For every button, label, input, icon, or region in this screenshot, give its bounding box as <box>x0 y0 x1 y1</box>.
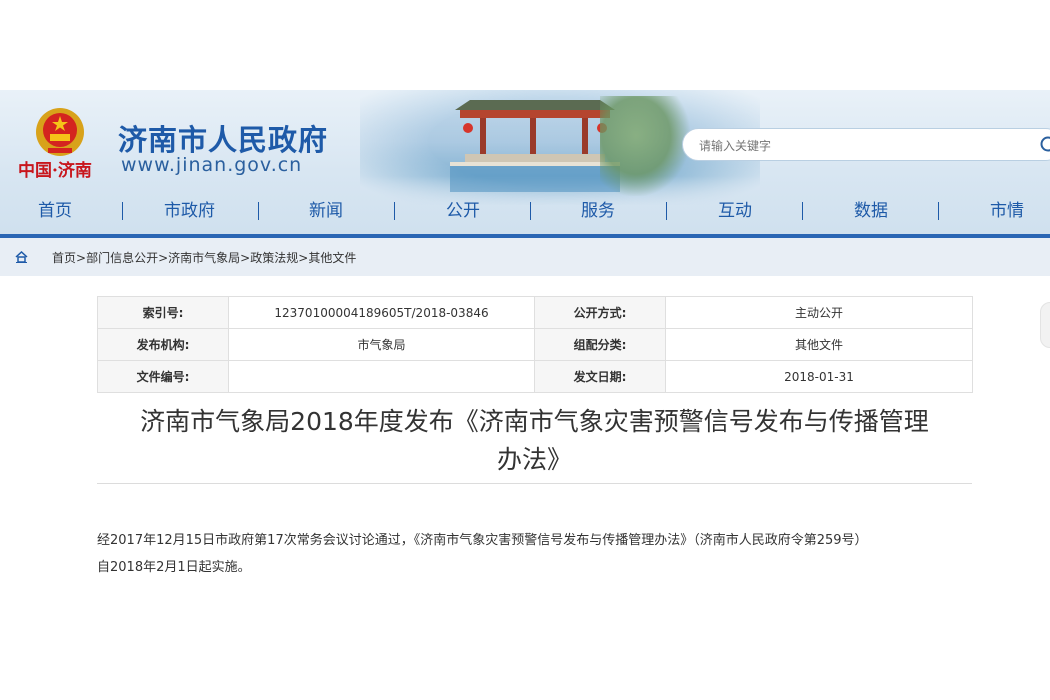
index-number-value: 12370100004189605T/2018-03846 <box>228 296 535 329</box>
search-input[interactable] <box>697 135 1021 157</box>
table-row: 发布机构: 市气象局 组配分类: 其他文件 <box>97 328 973 361</box>
issue-date-value: 2018-01-31 <box>665 360 973 393</box>
publisher-value: 市气象局 <box>228 328 535 361</box>
nav-separator <box>666 202 667 220</box>
nav-item-news[interactable]: 新闻 <box>309 198 343 224</box>
nav-separator <box>530 202 531 220</box>
document-info-table: 索引号: 12370100004189605T/2018-03846 公开方式:… <box>97 296 973 393</box>
nav-separator <box>938 202 939 220</box>
nav-separator <box>802 202 803 220</box>
article-paragraph-line-2: 自2018年2月1日起实施。 <box>97 560 251 575</box>
issue-date-label: 发文日期: <box>534 360 666 393</box>
nav-item-government[interactable]: 市政府 <box>164 198 215 224</box>
table-row: 文件编号: 发文日期: 2018-01-31 <box>97 360 973 393</box>
breadcrumb-home[interactable]: 首页 <box>52 251 76 265</box>
article-body: 经2017年12月15日市政府第17次常务会议讨论通过，《济南市气象灾害预警信号… <box>97 527 977 581</box>
nav-separator <box>258 202 259 220</box>
site-name[interactable]: 济南市人民政府 <box>118 117 328 159</box>
nav-item-public[interactable]: 公开 <box>446 198 480 224</box>
document-number-label: 文件编号: <box>97 360 229 393</box>
breadcrumb: 首页>部门信息公开>济南市气象局>政策法规>其他文件 <box>0 238 1050 276</box>
search-icon[interactable] <box>1039 135 1050 157</box>
category-label: 组配分类: <box>534 328 666 361</box>
willow-trees <box>600 96 690 196</box>
breadcrumb-policy[interactable]: 政策法规 <box>250 251 298 265</box>
nav-item-service[interactable]: 服务 <box>581 198 615 224</box>
breadcrumb-other-docs[interactable]: 其他文件 <box>308 251 356 265</box>
disclosure-method-value: 主动公开 <box>665 296 973 329</box>
logo-text: 中国·济南 <box>18 161 92 181</box>
category-value: 其他文件 <box>665 328 973 361</box>
search-box <box>682 128 1050 161</box>
nav-item-data[interactable]: 数据 <box>854 198 888 224</box>
publisher-label: 发布机构: <box>97 328 229 361</box>
article-paragraph-line-1: 经2017年12月15日市政府第17次常务会议讨论通过，《济南市气象灾害预警信号… <box>97 533 868 548</box>
nav-separator <box>394 202 395 220</box>
document-number-value <box>228 360 535 393</box>
page-title: 济南市气象局2018年度发布《济南市气象灾害预警信号发布与传播管理 办法》 <box>97 403 972 479</box>
national-emblem-icon <box>36 108 84 156</box>
breadcrumb-separator: > <box>158 251 169 265</box>
title-divider <box>97 483 972 484</box>
site-url[interactable]: www.jinan.gov.cn <box>121 154 302 176</box>
nav-item-city-info[interactable]: 市情 <box>990 198 1024 224</box>
nav-separator <box>122 202 123 220</box>
breadcrumb-separator: > <box>298 251 309 265</box>
home-icon[interactable] <box>15 251 28 263</box>
breadcrumb-trail: 首页>部门信息公开>济南市气象局>政策法规>其他文件 <box>52 249 356 266</box>
breadcrumb-dept-info[interactable]: 部门信息公开 <box>86 251 158 265</box>
nav-item-home[interactable]: 首页 <box>38 198 72 224</box>
breadcrumb-weather-bureau[interactable]: 济南市气象局 <box>168 251 240 265</box>
table-row: 索引号: 12370100004189605T/2018-03846 公开方式:… <box>97 296 973 329</box>
page-title-line-2: 办法》 <box>496 445 572 474</box>
side-float-tab[interactable] <box>1040 302 1050 348</box>
main-nav: 首页 市政府 新闻 公开 服务 互动 数据 市情 <box>0 198 1050 238</box>
breadcrumb-separator: > <box>240 251 251 265</box>
pavilion-illustration <box>450 100 620 192</box>
index-number-label: 索引号: <box>97 296 229 329</box>
nav-item-interaction[interactable]: 互动 <box>718 198 752 224</box>
disclosure-method-label: 公开方式: <box>534 296 666 329</box>
breadcrumb-separator: > <box>76 251 87 265</box>
page-title-line-1: 济南市气象局2018年度发布《济南市气象灾害预警信号发布与传播管理 <box>140 407 929 436</box>
